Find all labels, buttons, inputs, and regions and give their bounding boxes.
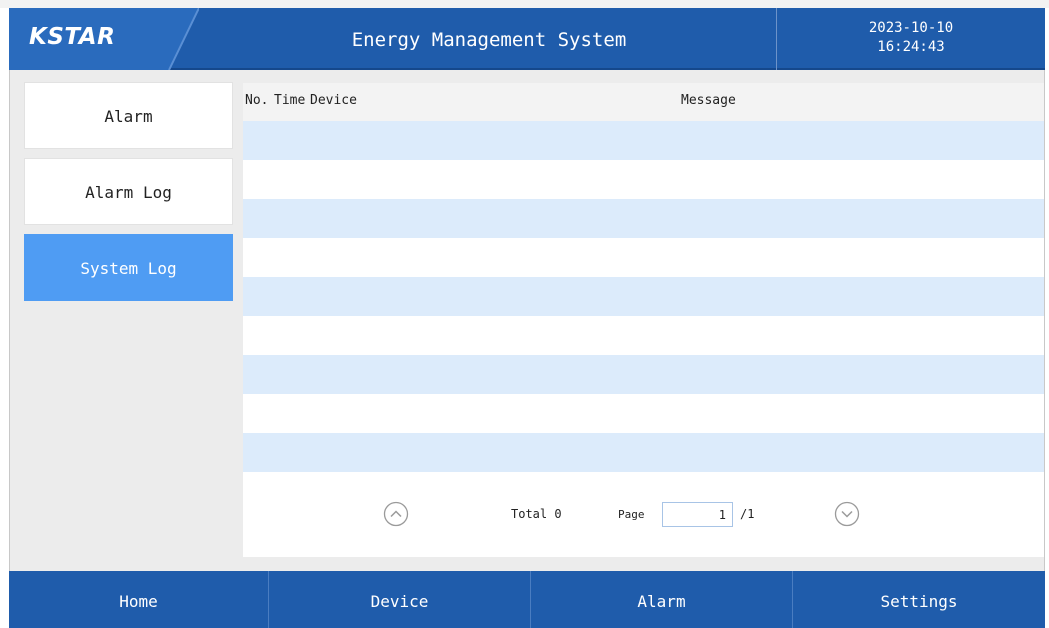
nav-home-button[interactable]: Home [9,571,269,628]
time-text: 16:24:43 [877,39,945,55]
table-row [243,394,1044,433]
system-log-table: No. Time Device Message Total 0 Page /1 [243,83,1044,557]
window-top-strip [0,0,1049,8]
sidebar-item-alarm-log[interactable]: Alarm Log [24,158,233,225]
nav-settings-button[interactable]: Settings [793,571,1045,628]
nav-device-button[interactable]: Device [269,571,531,628]
page-total: /1 [740,507,755,521]
app-header: KSTAR Energy Management System 2023-10-1… [9,8,1045,70]
logo: KSTAR [9,8,199,70]
table-row [243,160,1044,199]
table-header: No. Time Device Message [243,83,1044,121]
total-count: Total 0 [511,507,562,521]
page-title: Energy Management System [351,29,627,51]
table-row [243,277,1044,316]
column-header-time: Time [274,93,306,108]
datetime-display: 2023-10-10 16:24:43 [776,8,1045,70]
date-text: 2023-10-10 [868,20,954,36]
bottom-navigation: Home Device Alarm Settings [9,571,1045,628]
nav-alarm-button[interactable]: Alarm [531,571,793,628]
page-up-icon[interactable] [383,501,409,527]
table-row [243,121,1044,160]
table-row [243,238,1044,277]
sidebar-item-alarm[interactable]: Alarm [24,82,233,149]
table-row [243,199,1044,238]
column-header-message: Message [681,93,736,108]
column-header-device: Device [310,93,357,108]
pagination: Total 0 Page /1 [243,473,1044,557]
page-down-icon[interactable] [834,501,860,527]
page-label: Page [618,508,645,521]
column-header-no: No. [245,93,269,108]
page-number-input[interactable] [662,502,733,527]
sidebar-item-system-log[interactable]: System Log [24,234,233,301]
table-row [243,316,1044,355]
table-row [243,433,1044,472]
main-content: Alarm Alarm Log System Log No. Time Devi… [9,70,1045,571]
logo-text: KSTAR [29,24,116,50]
table-row [243,355,1044,394]
